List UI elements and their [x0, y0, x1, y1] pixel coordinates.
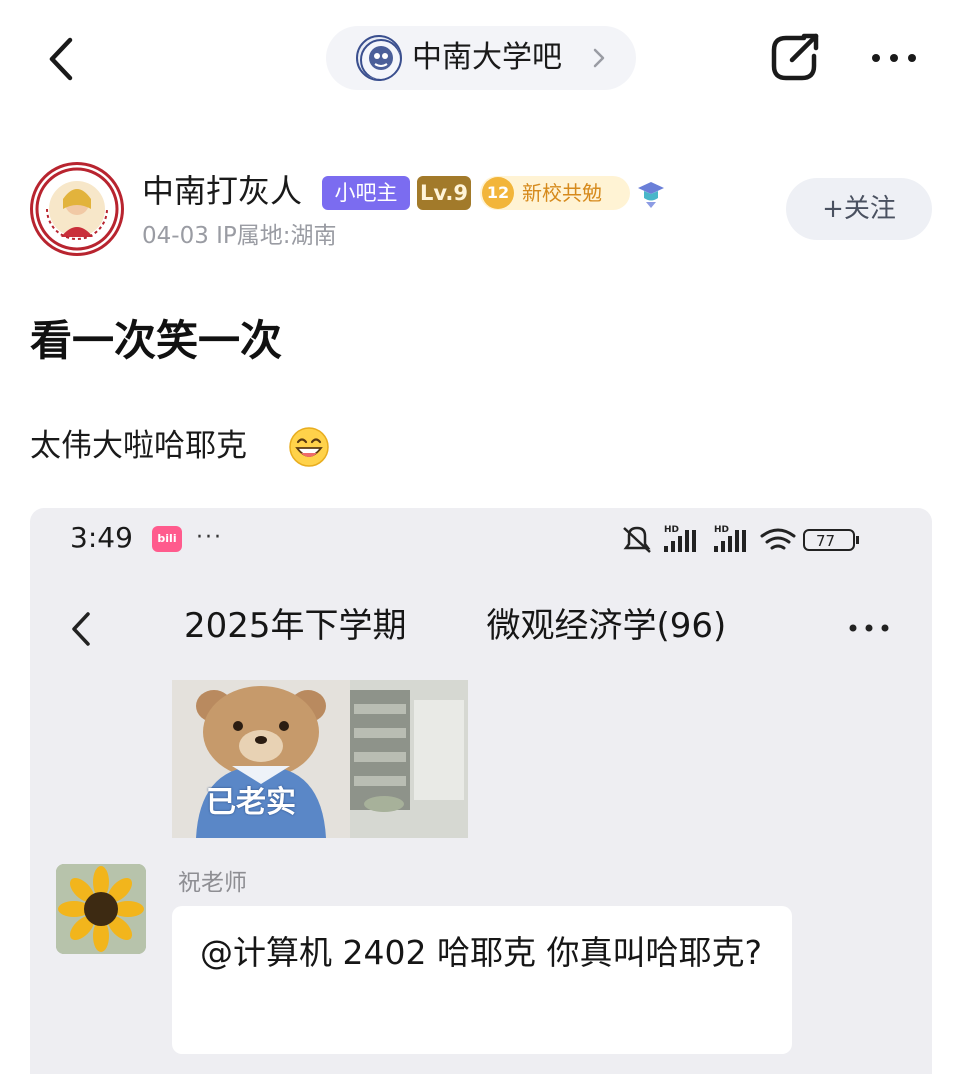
message-text: @计算机 2402 哈耶克 你真叫哈耶克? — [200, 933, 762, 972]
level-badge: Lv.9 — [417, 176, 471, 210]
mute-bell-icon — [623, 526, 651, 553]
svg-text:HD: HD — [664, 525, 679, 535]
bear-sticker-image[interactable]: 已老实 — [172, 680, 350, 838]
embedded-screenshot[interactable]: 3:49 bili ··· HD HD 77 2025年下学期 微观经济学(96… — [30, 508, 932, 1074]
share-icon — [771, 33, 819, 81]
author-avatar[interactable] — [30, 162, 124, 256]
school-badge: 12 新校共勉 — [480, 176, 630, 210]
share-button[interactable] — [764, 26, 826, 88]
back-button[interactable] — [38, 30, 88, 88]
chat-more-icon[interactable] — [844, 616, 894, 640]
author-name[interactable]: 中南打灰人 — [142, 170, 302, 212]
post-title: 看一次笑一次 — [30, 316, 283, 365]
post-meta: 04-03 IP属地:湖南 — [142, 223, 337, 249]
more-button[interactable] — [864, 38, 924, 78]
status-bar-icons: HD HD 77 — [623, 525, 859, 553]
forum-name: 中南大学吧 — [412, 40, 562, 75]
chevron-right-icon — [593, 48, 605, 68]
svg-text:HD: HD — [714, 525, 729, 535]
post-body: 太伟大啦哈耶克 — [30, 428, 247, 464]
chat-title-part1: 2025年下学期 — [184, 606, 407, 646]
chat-title: 2025年下学期 微观经济学(96) — [184, 604, 726, 648]
graduation-cap-icon — [638, 182, 664, 208]
chat-back-icon[interactable] — [66, 608, 96, 650]
school-badge-label: 新校共勉 — [522, 181, 602, 205]
sticker-caption: 已老实 — [206, 785, 296, 820]
top-bar: 中南大学吧 — [0, 0, 960, 118]
admin-badge: 小吧主 — [322, 176, 410, 210]
battery-icon: 77 — [803, 529, 859, 551]
more-horizontal-icon — [872, 54, 916, 62]
signal-hd-2-icon: HD — [714, 525, 746, 552]
chat-title-part2: 微观经济学(96) — [486, 606, 727, 646]
grinning-face-emoji-icon — [289, 427, 329, 467]
follow-button[interactable]: +关注 — [786, 178, 932, 240]
bilibili-app-icon: bili — [152, 526, 182, 552]
school-badge-number: 12 — [482, 177, 514, 209]
message-bubble[interactable]: @计算机 2402 哈耶克 你真叫哈耶克? — [172, 906, 792, 1054]
forum-logo-icon — [356, 35, 402, 81]
sender-name: 祝老师 — [178, 870, 247, 896]
signal-hd-icon: HD — [664, 525, 696, 552]
status-dots: ··· — [196, 525, 223, 550]
photo-sticker-image[interactable] — [350, 680, 468, 838]
university-seal-avatar — [35, 167, 119, 251]
wifi-icon — [760, 528, 796, 550]
sunflower-avatar[interactable] — [56, 864, 146, 954]
battery-level: 77 — [816, 532, 835, 550]
forum-link[interactable]: 中南大学吧 — [326, 26, 636, 90]
chevron-left-icon — [49, 37, 73, 81]
status-time: 3:49 — [70, 521, 133, 554]
